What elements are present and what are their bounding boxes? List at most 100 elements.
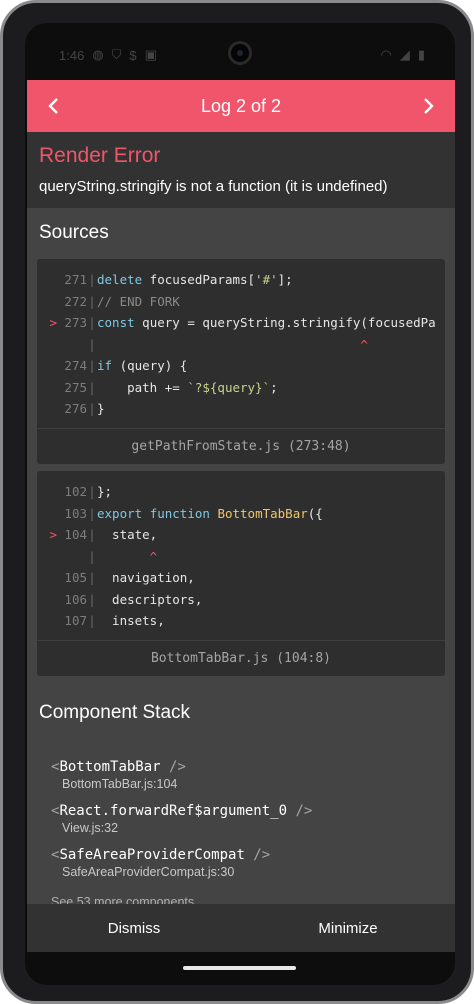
dismiss-button[interactable]: Dismiss	[27, 904, 241, 952]
bottom-action-bar: Dismiss Minimize	[27, 904, 455, 952]
code-line: 103 | export function BottomTabBar({	[37, 503, 445, 525]
phone-frame: 1:46 ◍ ⛉ $ ▣ ◠ ◢ ▮ Log 2 of 2 Render Err…	[0, 0, 474, 1004]
component-file: View.js:32	[62, 821, 119, 835]
gutter-divider: |	[88, 272, 96, 288]
chevron-right-icon	[424, 98, 434, 114]
line-number: 272	[64, 293, 87, 309]
code-text: ^	[97, 336, 368, 352]
code-frame: 271 | delete focusedParams['#']; 272 |// END…	[37, 259, 445, 428]
gutter-divider: |	[88, 570, 96, 586]
code-line: | ^	[37, 546, 445, 568]
component-stack-title: Component Stack	[39, 702, 191, 723]
line-number: 102	[64, 484, 87, 500]
component-stack-item[interactable]: <BottomTabBar /> BottomTabBar.js:104	[51, 759, 186, 791]
code-text: };	[97, 484, 113, 500]
sim-icon: ◍	[92, 47, 104, 62]
code-line: 272 |// END FORK	[37, 291, 445, 313]
code-line: 274 | if (query) {	[37, 355, 445, 377]
gutter-divider: |	[88, 401, 96, 417]
line-number: 107	[64, 613, 87, 629]
gutter-divider: |	[88, 293, 96, 309]
code-line: >104 | state,	[37, 524, 445, 546]
source-card[interactable]: 271 | delete focusedParams['#']; 272 |// END…	[37, 259, 445, 464]
error-line-marker: >	[49, 527, 57, 543]
code-line: 102 |};	[37, 481, 445, 503]
code-text: descriptors,	[97, 591, 203, 607]
code-text: ^	[97, 548, 158, 564]
code-text: state,	[97, 527, 158, 543]
shield-icon: ⛉	[111, 47, 122, 62]
component-name: <SafeAreaProviderCompat />	[51, 847, 271, 863]
battery-icon: ▮	[417, 47, 425, 62]
component-name: <BottomTabBar />	[51, 759, 186, 775]
status-bar: 1:46 ◍ ⛉ $ ▣ ◠ ◢ ▮	[25, 23, 455, 81]
gutter-divider: |	[88, 505, 96, 521]
error-title: Render Error	[39, 144, 161, 167]
code-line: >273 | const query = queryString.stringify…	[37, 312, 445, 334]
status-time: 1:46	[59, 47, 85, 63]
source-card[interactable]: 102 |}; 103 | export function BottomTabBar({…	[37, 471, 445, 676]
code-frame: 102 |}; 103 | export function BottomTabBar({…	[37, 471, 445, 640]
minimize-button[interactable]: Minimize	[241, 904, 455, 952]
code-text: export function BottomTabBar({	[97, 505, 323, 521]
gutter-divider: |	[88, 358, 96, 374]
signal-icon: ◢	[399, 47, 410, 62]
gutter-divider: |	[88, 484, 96, 500]
error-message: queryString.stringify is not a function …	[39, 178, 388, 195]
line-number: 276	[64, 401, 87, 417]
error-line-marker: >	[49, 315, 57, 331]
next-log-button[interactable]	[403, 80, 453, 132]
code-text: if (query) {	[97, 358, 188, 374]
line-number: 274	[64, 358, 87, 374]
code-text: }	[97, 401, 105, 417]
component-stack-item[interactable]: <React.forwardRef$argument_0 /> View.js:…	[51, 803, 312, 835]
line-number: 106	[64, 591, 87, 607]
gutter-divider: |	[88, 548, 96, 564]
line-number: 104	[64, 527, 87, 543]
component-stack-item[interactable]: <SafeAreaProviderCompat /> SafeAreaProvi…	[51, 847, 270, 879]
screen: 1:46 ◍ ⛉ $ ▣ ◠ ◢ ▮ Log 2 of 2 Render Err…	[25, 23, 455, 985]
prev-log-button[interactable]	[29, 80, 79, 132]
line-number: 271	[64, 272, 87, 288]
code-text: const query = queryString.stringify(focu…	[97, 315, 436, 331]
home-indicator[interactable]	[183, 966, 296, 970]
wifi-icon: ◠	[380, 47, 392, 62]
error-summary: Render Error queryString.stringify is no…	[27, 132, 455, 208]
dollar-icon: $	[129, 47, 137, 63]
code-text: path += `?${query}`;	[97, 379, 278, 395]
camera-icon	[228, 41, 252, 65]
gutter-divider: |	[88, 591, 96, 607]
chevron-left-icon	[48, 98, 58, 114]
component-name: <React.forwardRef$argument_0 />	[51, 803, 313, 819]
code-line: | ^	[37, 334, 445, 356]
gutter-divider: |	[88, 613, 96, 629]
gutter-divider: |	[88, 336, 96, 352]
source-file-location[interactable]: BottomTabBar.js (104:8)	[37, 639, 445, 676]
component-file: SafeAreaProviderCompat.js:30	[62, 865, 235, 879]
code-line: 271 | delete focusedParams['#'];	[37, 269, 445, 291]
see-more-components-link[interactable]: See 53 more components	[51, 895, 194, 904]
line-number: 103	[64, 505, 87, 521]
log-header: Log 2 of 2	[27, 80, 455, 132]
code-line: 107 | insets,	[37, 610, 445, 632]
component-file: BottomTabBar.js:104	[62, 777, 178, 791]
code-line: 106 | descriptors,	[37, 589, 445, 611]
lock-icon: ▣	[144, 47, 157, 62]
line-number: 273	[64, 315, 87, 331]
code-line: 276 |}	[37, 398, 445, 420]
source-file-location[interactable]: getPathFromState.js (273:48)	[37, 427, 445, 464]
code-text: // END FORK	[97, 293, 180, 309]
log-content[interactable]: Sources 271 | delete focusedParams['#']; 27…	[27, 208, 455, 904]
line-number: 275	[64, 379, 87, 395]
status-right: ◠ ◢ ▮	[381, 47, 426, 63]
log-title: Log 2 of 2	[200, 95, 282, 116]
sources-title: Sources	[39, 222, 109, 243]
gutter-divider: |	[88, 527, 96, 543]
code-text: insets,	[97, 613, 165, 629]
status-left: 1:46 ◍ ⛉ $ ▣	[59, 47, 157, 63]
line-number: 105	[64, 570, 87, 586]
code-line: 275 | path += `?${query}`;	[37, 377, 445, 399]
code-text: navigation,	[97, 570, 195, 586]
code-text: delete focusedParams['#'];	[97, 272, 293, 288]
gutter-divider: |	[88, 379, 96, 395]
